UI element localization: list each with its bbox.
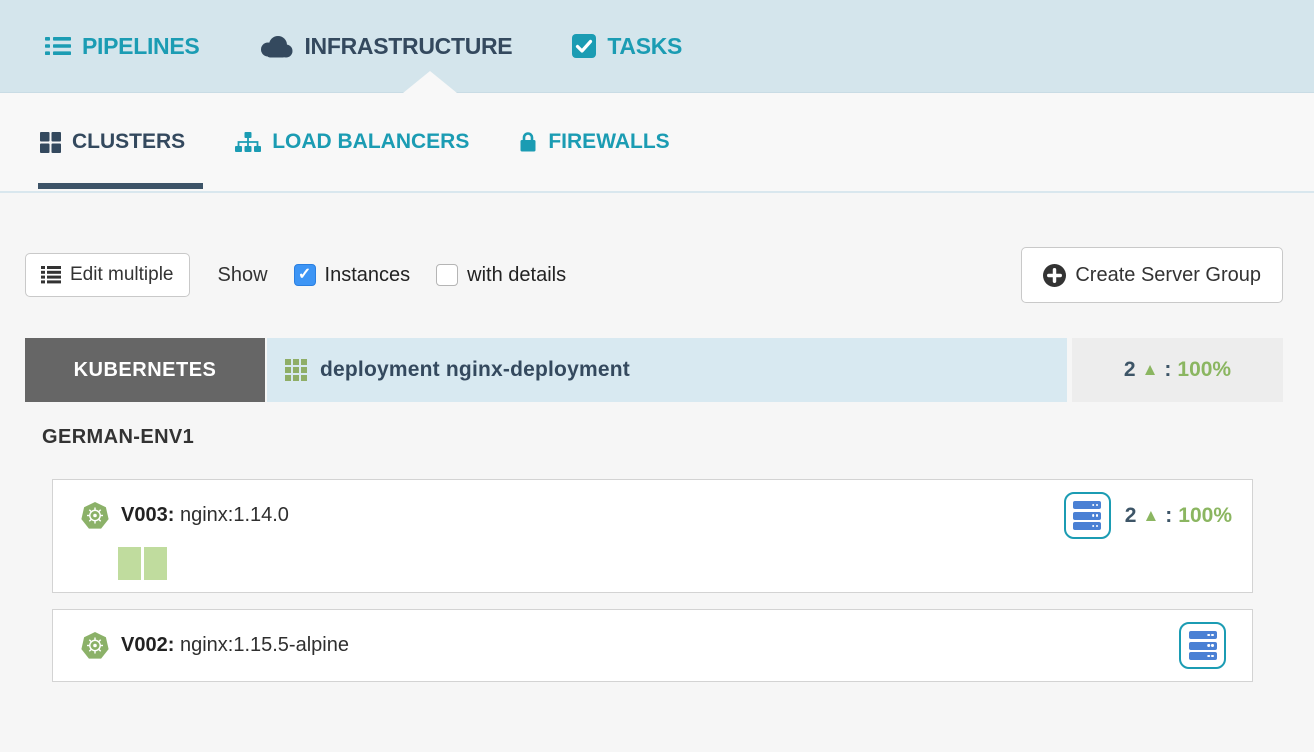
instances-checkbox[interactable] [294,264,316,286]
edit-multiple-label: Edit multiple [70,264,174,286]
th-grid-icon [285,359,307,381]
server-group-name-separator: : [168,634,175,656]
instances-checkbox-group[interactable]: Instances [294,264,411,287]
check-square-icon [572,34,596,58]
main-nav: PIPELINES INFRASTRUCTURE TASKS [0,0,1314,93]
edit-list-icon [41,266,61,284]
nav-pipelines-label: PIPELINES [82,33,199,60]
details-checkbox-label: with details [467,264,566,287]
server-group-health: 2 ▲ : 100% [1125,504,1232,528]
tab-firewalls-label: FIREWALLS [548,130,669,154]
clusters-page: Edit multiple Show Instances with detail… [0,247,1314,682]
tab-load-balancers-label: LOAD BALANCERS [272,130,469,154]
server-group-name: V003 [121,504,168,526]
tab-load-balancers[interactable]: LOAD BALANCERS [235,93,469,191]
server-group-row: V002: nginx:1.15.5-alpine [80,622,1226,669]
cluster-title-bar[interactable]: deployment nginx-deployment [267,338,1067,402]
cluster-health-badge: 2 ▲ : 100% [1072,338,1283,402]
show-label: Show [218,264,268,287]
instances-checkbox-label: Instances [325,264,411,287]
infrastructure-subnav: CLUSTERS LOAD BALANCERS FIREWALLS [0,93,1314,193]
health-separator: : [1164,358,1171,382]
server-group-image: nginx:1.14.0 [180,504,289,526]
server-group-card-v002[interactable]: V002: nginx:1.15.5-alpine [52,609,1253,682]
health-count: 2 [1125,504,1137,528]
tab-firewalls[interactable]: FIREWALLS [519,93,669,191]
details-checkbox-group[interactable]: with details [436,264,566,287]
controls-row: Edit multiple Show Instances with detail… [25,247,1283,303]
health-percent: 100% [1178,504,1232,528]
lock-icon [519,131,537,153]
health-count: 2 [1124,358,1136,382]
cluster-title: deployment nginx-deployment [320,358,630,382]
instances-row [118,547,1232,580]
nav-tasks[interactable]: TASKS [572,33,682,60]
server-group-title: V002: nginx:1.15.5-alpine [121,634,349,657]
edit-multiple-button[interactable]: Edit multiple [25,253,190,297]
health-percent: 100% [1177,358,1231,382]
server-group-icon[interactable] [1179,622,1226,669]
health-up-arrow-icon: ▲ [1142,360,1159,380]
cloud-icon [259,34,293,58]
server-group-card-v003[interactable]: V003: nginx:1.14.0 2 ▲ : 100% [52,479,1253,593]
kubernetes-icon [80,631,110,661]
sitemap-icon [235,132,261,153]
nav-pipelines[interactable]: PIPELINES [45,33,199,60]
tab-clusters[interactable]: CLUSTERS [40,93,185,191]
region-title: GERMAN-ENV1 [42,426,1283,449]
instance-square[interactable] [118,547,141,580]
kubernetes-icon [80,501,110,531]
server-group-row: V003: nginx:1.14.0 2 ▲ : 100% [80,492,1232,539]
server-group-name: V002 [121,634,168,656]
nav-tasks-label: TASKS [607,33,682,60]
server-group-name-separator: : [168,504,175,526]
server-group-image: nginx:1.15.5-alpine [180,634,349,656]
list-icon [45,36,71,56]
server-group-right: 2 ▲ : 100% [1064,492,1232,539]
server-group-title: V003: nginx:1.14.0 [121,504,289,527]
health-up-arrow-icon: ▲ [1142,506,1159,526]
server-group-icon[interactable] [1064,492,1111,539]
tab-clusters-label: CLUSTERS [72,130,185,154]
plus-circle-icon [1043,264,1066,287]
nav-infrastructure-label: INFRASTRUCTURE [304,33,512,60]
nav-infrastructure[interactable]: INFRASTRUCTURE [259,33,512,60]
th-large-icon [40,132,61,153]
active-tab-caret [403,71,457,93]
create-server-group-button[interactable]: Create Server Group [1021,247,1283,303]
health-separator: : [1165,504,1172,528]
cluster-header: KUBERNETES deployment nginx-deployment 2… [25,338,1283,402]
details-checkbox[interactable] [436,264,458,286]
server-group-right [1179,622,1226,669]
create-server-group-label: Create Server Group [1075,264,1261,287]
provider-badge: KUBERNETES [25,338,265,402]
instance-square[interactable] [144,547,167,580]
